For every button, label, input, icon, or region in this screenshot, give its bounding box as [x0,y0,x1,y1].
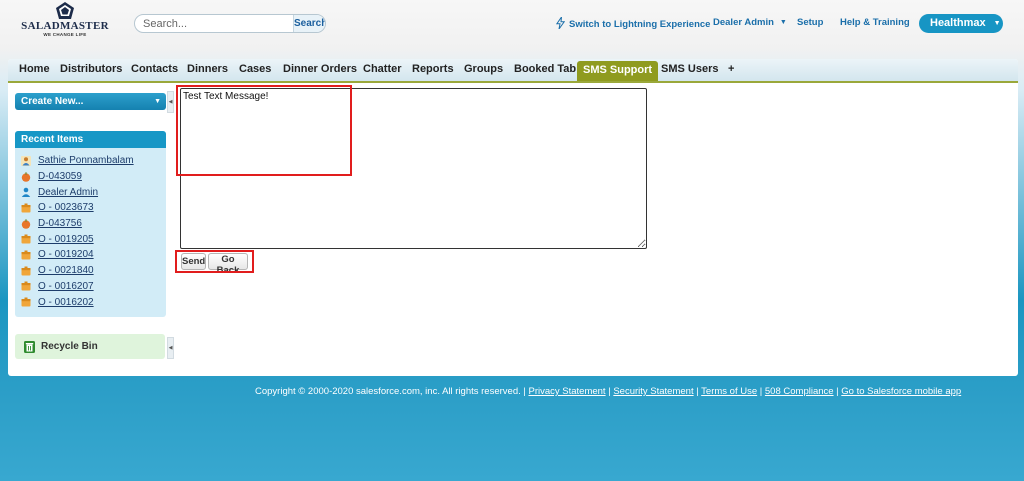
tab-sms-users[interactable]: SMS Users [661,63,718,75]
order-icon [21,266,31,276]
footer-security-link[interactable]: Security Statement [613,386,693,397]
footer-mobile-app-link[interactable]: Go to Salesforce mobile app [841,386,961,397]
recent-items-panel: Recent Items Sathie Ponnambalam D-043059… [15,131,166,317]
setup-link[interactable]: Setup [797,17,823,28]
recent-item-link[interactable]: Sathie Ponnambalam [38,155,134,166]
dinner-icon [21,171,31,182]
go-back-button[interactable]: Go Back [208,253,248,276]
recent-item-link[interactable]: O - 0023673 [38,202,94,213]
tab-distributors[interactable]: Distributors [60,63,122,75]
logo-tagline: WE CHANGE LIFE [43,32,87,37]
user-icon [21,187,31,198]
footer-terms-link[interactable]: Terms of Use [701,386,757,397]
tab-dinner-orders[interactable]: Dinner Orders [283,63,357,75]
tab-dinners[interactable]: Dinners [187,63,228,75]
create-new-label: Create New... [21,96,84,107]
contact-icon [21,155,31,166]
dinner-icon [21,218,31,229]
user-menu-label: Healthmax [930,17,986,29]
chevron-down-icon: ▼ [154,98,161,105]
list-item: O - 0019204 [15,247,166,263]
chevron-down-icon: ▼ [779,19,787,26]
recycle-bin-icon [24,340,35,353]
dealer-admin-menu[interactable]: Dealer Admin ▼ [713,17,787,28]
message-textarea[interactable]: Test Text Message! [180,88,647,249]
tab-reports[interactable]: Reports [412,63,454,75]
recent-item-link[interactable]: O - 0021840 [38,265,94,276]
recent-item-link[interactable]: O - 0019205 [38,234,94,245]
list-item: O - 0016202 [15,294,166,310]
sidebar-collapse-handle[interactable]: ◀ [167,91,174,113]
order-icon [21,203,31,213]
user-menu-button[interactable]: Healthmax ▼ [919,14,1003,33]
dealer-admin-label: Dealer Admin [713,17,774,28]
footer-copyright: Copyright © 2000-2020 salesforce.com, in… [255,386,526,397]
sidebar-collapse-handle[interactable]: ◀ [167,337,174,359]
recent-items-title: Recent Items [15,131,166,148]
order-icon [21,234,31,244]
create-new-button[interactable]: Create New... ▼ [15,93,166,110]
send-button[interactable]: Send [181,253,206,270]
list-item: O - 0021840 [15,263,166,279]
list-item: O - 0023673 [15,200,166,216]
order-icon [21,297,31,307]
recent-item-link[interactable]: O - 0019204 [38,249,94,260]
recent-item-link[interactable]: O - 0016202 [38,297,94,308]
main-panel: Home Distributors Contacts Dinners Cases… [8,59,1018,376]
tab-add-icon[interactable]: + [728,63,734,75]
list-item: D-043059 [15,169,166,185]
tab-sms-support[interactable]: SMS Support [577,61,659,81]
list-item: Dealer Admin [15,184,166,200]
list-item: O - 0019205 [15,231,166,247]
help-training-link[interactable]: Help & Training [840,17,910,28]
header-links: Switch to Lightning Experience Dealer Ad… [0,17,1024,31]
tab-bar: Home Distributors Contacts Dinners Cases… [8,59,1018,83]
list-item: Sathie Ponnambalam [15,153,166,169]
chevron-down-icon: ▼ [993,20,1001,27]
order-icon [21,281,31,291]
recycle-bin-label: Recycle Bin [41,341,98,352]
order-icon [21,250,31,260]
recycle-bin-link[interactable]: Recycle Bin [15,334,165,359]
content-area: Create New... ▼ ◀ Recent Items Sathie Po… [8,85,1018,376]
footer-privacy-link[interactable]: Privacy Statement [528,386,605,397]
recent-item-link[interactable]: O - 0016207 [38,281,94,292]
recent-items-list: Sathie Ponnambalam D-043059 Dealer Admin… [15,148,166,310]
lightning-bolt-icon [556,17,565,29]
recent-item-link[interactable]: Dealer Admin [38,187,98,198]
tab-chatter[interactable]: Chatter [363,63,402,75]
tab-groups[interactable]: Groups [464,63,503,75]
tab-home[interactable]: Home [19,63,50,75]
recent-item-link[interactable]: D-043059 [38,171,82,182]
tab-contacts[interactable]: Contacts [131,63,178,75]
tab-cases[interactable]: Cases [239,63,271,75]
switch-lightning-link[interactable]: Switch to Lightning Experience [556,17,710,30]
footer-508-link[interactable]: 508 Compliance [765,386,834,397]
tab-booked[interactable]: Booked Tab [514,63,576,75]
list-item: D-043756 [15,216,166,232]
list-item: O - 0016207 [15,279,166,295]
footer: Copyright © 2000-2020 salesforce.com, in… [255,386,962,397]
switch-lightning-label: Switch to Lightning Experience [569,19,711,30]
recent-item-link[interactable]: D-043756 [38,218,82,229]
